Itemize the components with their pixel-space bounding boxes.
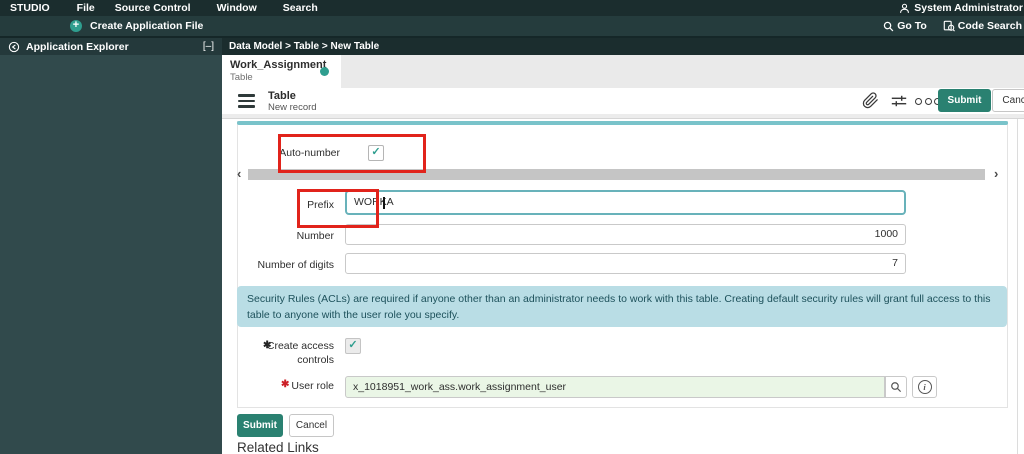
create-access-controls-checkbox[interactable]: ✓ xyxy=(345,338,361,354)
form-context-menu-icon[interactable] xyxy=(238,94,255,108)
user-role-info-button[interactable]: i xyxy=(912,376,937,398)
application-explorer-panel: Application Explorer [–] xyxy=(0,38,222,454)
attachment-paperclip-icon[interactable] xyxy=(862,92,879,109)
prefix-label: Prefix xyxy=(307,199,334,211)
form-body: Auto-number ✓ ‹ › Prefix WORKA Number 10… xyxy=(222,119,1024,454)
prefix-input[interactable]: WORKA xyxy=(345,190,906,215)
create-access-controls-label: Create access controls xyxy=(266,340,334,367)
code-search-icon xyxy=(943,20,955,32)
circle-arrow-icon[interactable] xyxy=(8,41,20,53)
submit-button[interactable]: Submit xyxy=(237,414,283,437)
plus-circle-icon: + xyxy=(70,20,82,32)
studio-app-window: STUDIO File Source Control Window Search… xyxy=(0,0,1024,454)
user-role-input[interactable]: x_1018951_work_ass.work_assignment_user xyxy=(345,376,885,398)
create-application-file-button[interactable]: Create Application File xyxy=(90,20,203,32)
header-cancel-button[interactable]: Cancel xyxy=(992,89,1024,112)
tab-title: Work_Assignment xyxy=(230,59,327,71)
right-panel-divider xyxy=(1017,119,1018,454)
number-of-digits-input[interactable]: 7 xyxy=(345,253,906,274)
security-rules-notice: Security Rules (ACLs) are required if an… xyxy=(237,286,1007,327)
menu-bar: STUDIO File Source Control Window Search… xyxy=(0,0,1024,16)
text-caret xyxy=(383,197,385,209)
unsaved-dot-icon xyxy=(320,67,329,76)
user-role-value: x_1018951_work_ass.work_assignment_user xyxy=(353,381,567,393)
go-to-label: Go To xyxy=(897,20,927,32)
form-section-top-border xyxy=(237,121,1008,125)
scroll-right-icon[interactable]: › xyxy=(994,167,998,180)
go-to-button[interactable]: Go To xyxy=(883,20,927,32)
menu-file[interactable]: File xyxy=(77,2,95,14)
application-explorer-header: Application Explorer [–] xyxy=(0,38,222,55)
auto-number-checkbox[interactable]: ✓ xyxy=(368,145,384,161)
checkmark-icon: ✓ xyxy=(371,146,381,158)
info-icon: i xyxy=(917,380,932,394)
number-value: 1000 xyxy=(874,228,898,240)
cancel-button[interactable]: Cancel xyxy=(289,414,334,437)
horizontal-scrollbar[interactable] xyxy=(248,169,985,180)
number-of-digits-label: Number of digits xyxy=(257,259,334,271)
personalize-form-sliders-icon[interactable] xyxy=(890,92,908,110)
record-subtitle: New record xyxy=(268,102,317,113)
tab-strip: Work_Assignment Table xyxy=(222,55,1024,88)
collapse-panel-button[interactable]: [–] xyxy=(203,41,214,52)
code-search-button[interactable]: Code Search xyxy=(943,20,1022,32)
tab-work-assignment[interactable]: Work_Assignment Table xyxy=(222,55,341,88)
main-area: Data Model > Table > New Table Work_Assi… xyxy=(222,38,1024,454)
user-label: System Administrator xyxy=(914,2,1023,14)
magnifier-icon xyxy=(890,381,902,393)
studio-toolbar: + Create Application File Go To Code Sea… xyxy=(0,16,1024,38)
number-label: Number xyxy=(296,230,334,242)
tab-subtitle: Table xyxy=(230,72,253,83)
scroll-left-icon[interactable]: ‹ xyxy=(237,167,241,180)
user-icon xyxy=(899,3,910,14)
number-of-digits-value: 7 xyxy=(892,257,898,269)
user-role-label: User role xyxy=(291,380,334,392)
user-menu[interactable]: System Administrator xyxy=(899,0,1024,16)
record-header: Table New record Submit Cancel xyxy=(222,88,1024,114)
menu-window[interactable]: Window xyxy=(217,2,257,14)
menu-studio[interactable]: STUDIO xyxy=(10,2,50,14)
application-explorer-title: Application Explorer xyxy=(26,40,129,53)
checkmark-icon: ✓ xyxy=(348,339,358,351)
menu-source-control[interactable]: Source Control xyxy=(115,2,191,14)
number-input[interactable]: 1000 xyxy=(345,224,906,245)
record-title: Table xyxy=(268,90,296,102)
breadcrumb: Data Model > Table > New Table xyxy=(222,38,1024,55)
menu-search[interactable]: Search xyxy=(283,2,318,14)
auto-number-label: Auto-number xyxy=(279,147,340,159)
search-icon xyxy=(883,21,894,32)
prefix-value: WORKA xyxy=(354,196,394,208)
code-search-label: Code Search xyxy=(957,20,1022,32)
header-submit-button[interactable]: Submit xyxy=(938,89,991,112)
related-links-heading: Related Links xyxy=(237,440,319,454)
user-role-lookup-button[interactable] xyxy=(885,376,907,398)
